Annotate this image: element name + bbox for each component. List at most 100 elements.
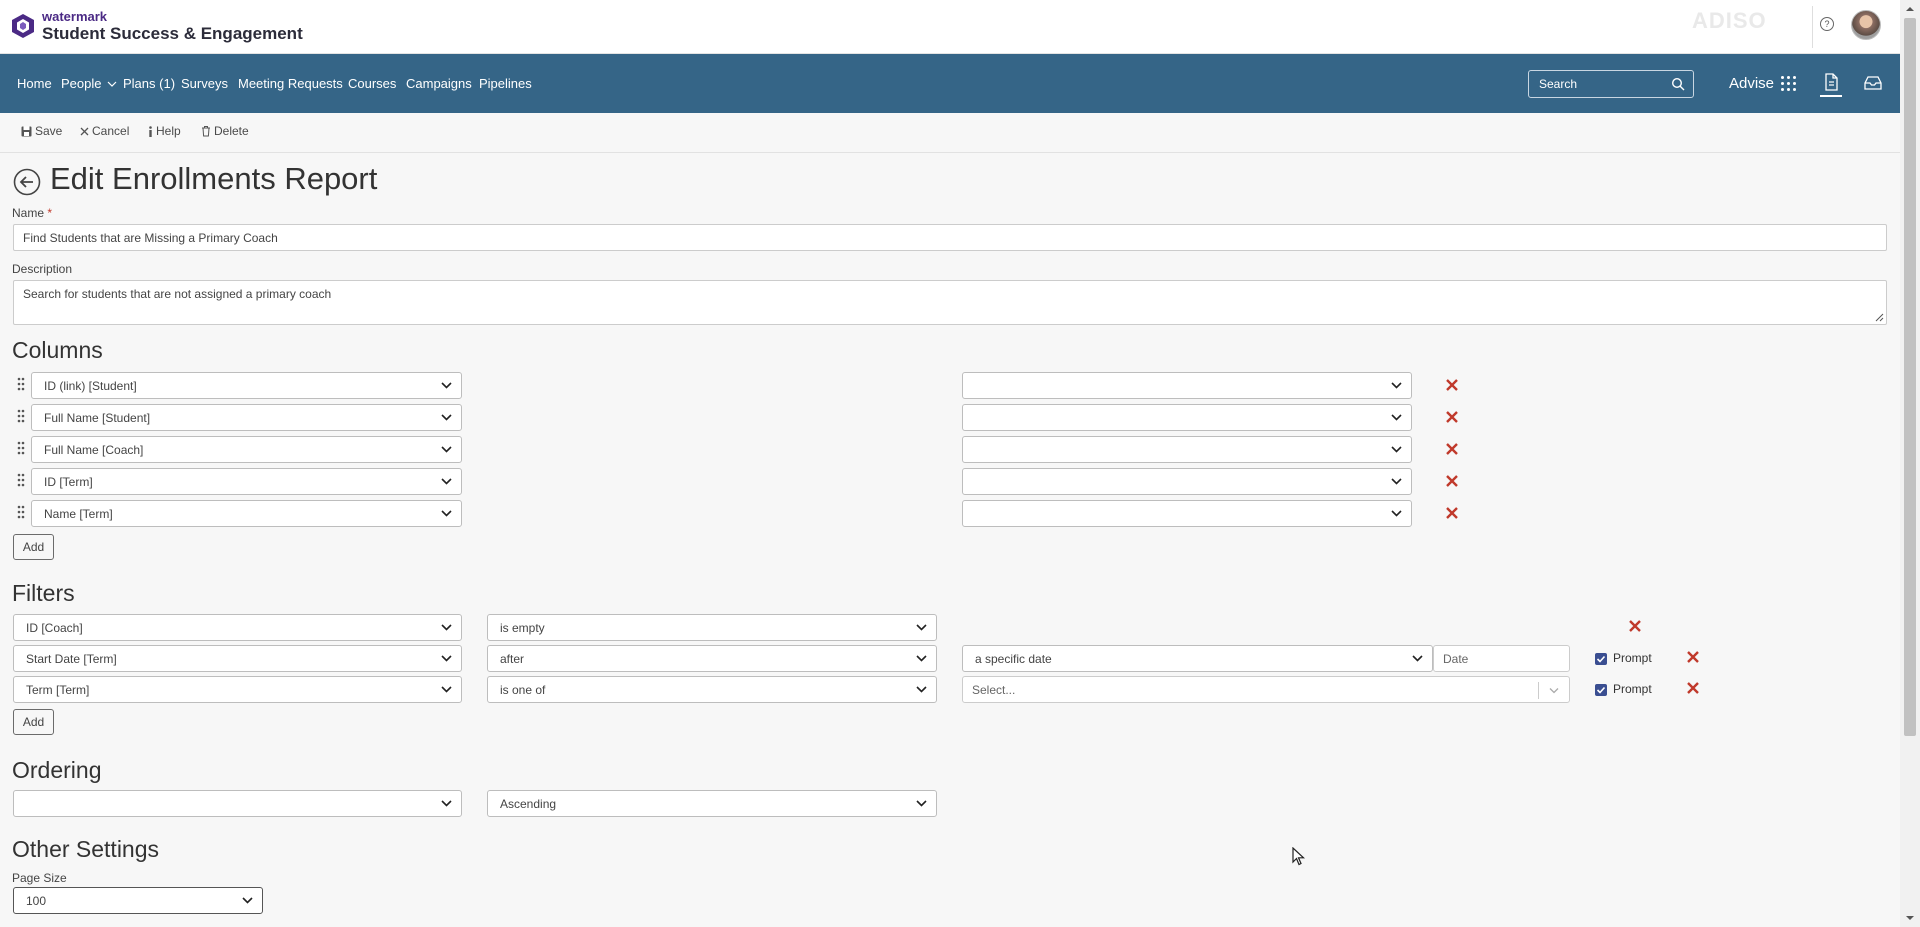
remove-column-icon[interactable]: [1445, 474, 1459, 488]
drag-handle-icon[interactable]: [16, 505, 26, 519]
filter-operator-select[interactable]: after: [487, 645, 937, 672]
resize-handle-icon[interactable]: [1875, 313, 1884, 322]
chevron-down-icon: [441, 800, 452, 807]
drag-handle-icon[interactable]: [16, 409, 26, 423]
filter-field-select[interactable]: Start Date [Term]: [13, 645, 462, 672]
filter-value-type-select[interactable]: a specific date: [962, 645, 1433, 672]
help-button[interactable]: Help: [148, 124, 181, 138]
add-filter-button[interactable]: Add: [13, 709, 54, 735]
chevron-down-icon: [441, 478, 452, 485]
ordering-direction-select[interactable]: Ascending: [487, 790, 937, 817]
nav-campaigns[interactable]: Campaigns: [406, 76, 472, 91]
cancel-button[interactable]: Cancel: [80, 124, 129, 138]
page-size-value: 100: [26, 893, 47, 908]
drag-handle-icon[interactable]: [16, 377, 26, 391]
filter-field-select[interactable]: Term [Term]: [13, 676, 462, 703]
prompt-checkbox[interactable]: [1595, 653, 1607, 665]
remove-column-icon[interactable]: [1445, 378, 1459, 392]
column-field-select[interactable]: Full Name [Student]: [31, 404, 462, 431]
filter-field-value: Term [Term]: [26, 682, 90, 697]
help-icon[interactable]: ?: [1820, 17, 1834, 31]
filter-operator-value: is one of: [500, 682, 546, 697]
advise-label: Advise: [1729, 75, 1775, 92]
add-column-button[interactable]: Add: [13, 534, 54, 560]
nav-pipelines[interactable]: Pipelines: [479, 76, 532, 91]
brand-logo[interactable]: watermark Student Success & Engagement: [10, 10, 303, 42]
cancel-label: Cancel: [92, 124, 130, 138]
scroll-down-icon[interactable]: [1900, 911, 1920, 925]
filter-operator-value: is empty: [500, 620, 545, 635]
scroll-up-icon[interactable]: [1900, 2, 1920, 16]
filter-operator-select[interactable]: is empty: [487, 614, 937, 641]
column-field-select[interactable]: Full Name [Coach]: [31, 436, 462, 463]
column-field-select[interactable]: ID [Term]: [31, 468, 462, 495]
scrollbar-thumb[interactable]: [1904, 18, 1916, 736]
page-size-select[interactable]: 100: [13, 887, 263, 914]
remove-column-icon[interactable]: [1445, 410, 1459, 424]
column-field-select[interactable]: Name [Term]: [31, 500, 462, 527]
nav-home[interactable]: Home: [17, 76, 52, 91]
chevron-down-icon[interactable]: [1549, 687, 1559, 694]
description-field[interactable]: Search for students that are not assigne…: [13, 280, 1887, 325]
apps-grid-icon: [1781, 76, 1797, 91]
search-icon[interactable]: [1671, 77, 1685, 91]
remove-column-icon[interactable]: [1445, 442, 1459, 456]
nav-plans[interactable]: Plans (1): [123, 76, 175, 91]
back-arrow-icon[interactable]: [13, 168, 41, 196]
drag-handle-icon[interactable]: [16, 441, 26, 455]
page-size-label: Page Size: [12, 871, 67, 885]
chevron-down-icon: [916, 624, 927, 631]
watermark-logo-icon: [12, 14, 34, 38]
description-label: Description: [12, 262, 73, 276]
nav-surveys[interactable]: Surveys: [181, 76, 228, 91]
remove-column-icon[interactable]: [1445, 506, 1459, 520]
chevron-down-icon: [1391, 382, 1402, 389]
document-icon[interactable]: [1820, 71, 1842, 97]
brand-small-text: watermark: [42, 9, 108, 24]
chevron-down-icon: [1391, 510, 1402, 517]
remove-filter-icon[interactable]: [1628, 619, 1642, 633]
filter-operator-select[interactable]: is one of: [487, 676, 937, 703]
ordering-heading: Ordering: [12, 757, 102, 783]
chevron-down-icon: [916, 800, 927, 807]
scrollbar[interactable]: [1900, 0, 1920, 927]
chevron-down-icon: [1391, 414, 1402, 421]
advise-menu[interactable]: Advise: [1729, 75, 1797, 92]
avatar[interactable]: [1851, 10, 1881, 40]
drag-handle-icon[interactable]: [16, 473, 26, 487]
save-button[interactable]: Save: [21, 124, 62, 138]
remove-filter-icon[interactable]: [1686, 650, 1700, 664]
column-aggregate-select[interactable]: [962, 404, 1412, 431]
nav-meeting-requests[interactable]: Meeting Requests: [238, 76, 343, 91]
column-aggregate-select[interactable]: [962, 436, 1412, 463]
chevron-down-icon: [107, 81, 117, 87]
name-field[interactable]: Find Students that are Missing a Primary…: [13, 224, 1887, 251]
delete-button[interactable]: Delete: [201, 124, 249, 138]
column-aggregate-select[interactable]: [962, 372, 1412, 399]
institution-logo: ADISO: [1692, 8, 1767, 33]
column-field-select[interactable]: ID (link) [Student]: [31, 372, 462, 399]
column-aggregate-select[interactable]: [962, 468, 1412, 495]
remove-filter-icon[interactable]: [1686, 681, 1700, 695]
term-multiselect[interactable]: Select...: [962, 676, 1570, 703]
nav-people[interactable]: People: [61, 76, 117, 91]
column-field-value: ID (link) [Student]: [44, 378, 137, 393]
filter-field-select[interactable]: ID [Coach]: [13, 614, 462, 641]
prompt-checkbox[interactable]: [1595, 684, 1607, 696]
column-aggregate-select[interactable]: [962, 500, 1412, 527]
top-bar: watermark Student Success & Engagement A…: [0, 0, 1900, 54]
name-label-text: Name: [12, 206, 45, 220]
chevron-down-icon: [441, 446, 452, 453]
search-input[interactable]: [1537, 76, 1667, 92]
filter-value-type-value: a specific date: [975, 651, 1052, 666]
nav-courses[interactable]: Courses: [348, 76, 396, 91]
search-box[interactable]: [1528, 70, 1694, 98]
main-nav: Home People Plans (1) Surveys Meeting Re…: [0, 54, 1900, 113]
date-input[interactable]: Date: [1433, 645, 1570, 672]
page-title: Edit Enrollments Report: [50, 161, 378, 196]
filters-heading: Filters: [12, 580, 75, 606]
chevron-down-icon: [1391, 446, 1402, 453]
checkmark-icon: [1596, 686, 1606, 694]
inbox-icon[interactable]: [1863, 74, 1883, 92]
ordering-field-select[interactable]: [13, 790, 462, 817]
